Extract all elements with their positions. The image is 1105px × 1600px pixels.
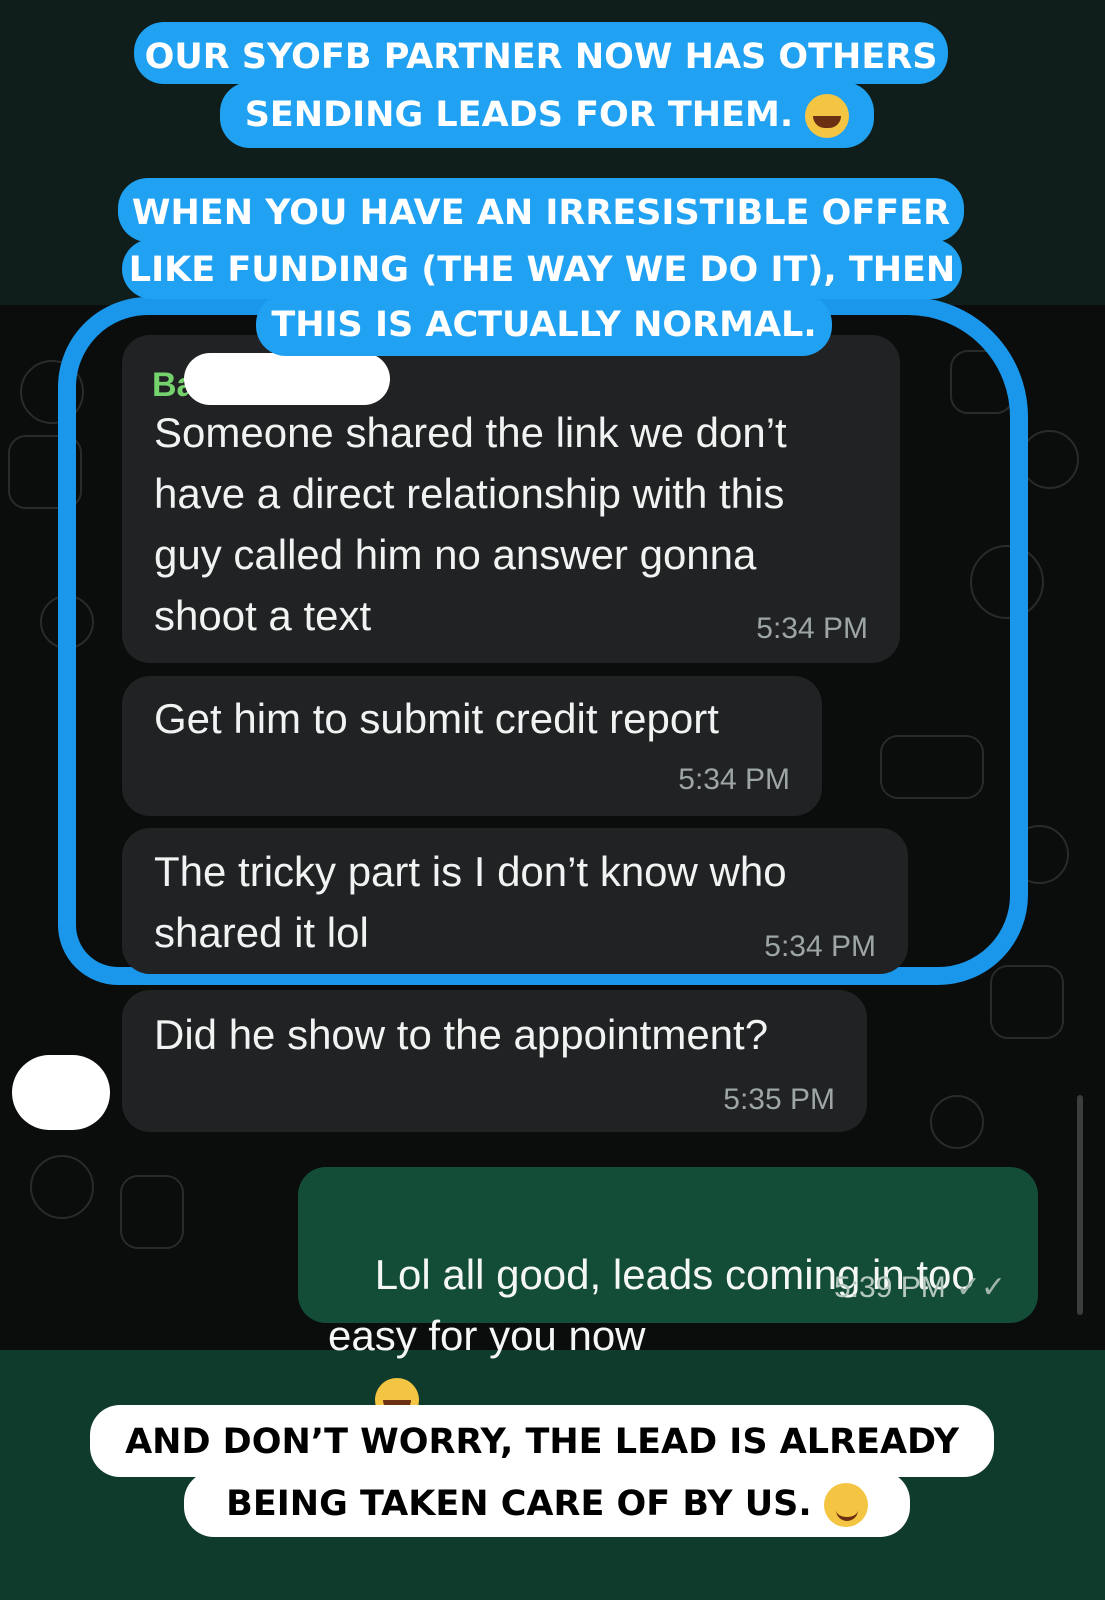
caption-bottom-line1: AND DON’T WORRY, THE LEAD IS ALREADY [90, 1405, 994, 1477]
message-bubble[interactable]: The tricky part is I don’t know who shar… [122, 828, 908, 974]
scrollbar[interactable] [1077, 1095, 1083, 1315]
avatar[interactable] [12, 1055, 110, 1130]
doodle-circle [930, 1095, 984, 1149]
winking-emoji-icon [823, 1483, 868, 1527]
message-bubble[interactable]: Get him to submit credit report 5:34 PM [122, 676, 822, 816]
caption-text: OUR SYOFB PARTNER NOW HAS OTHERS [144, 37, 938, 77]
message-time: 5:34 PM [678, 763, 790, 796]
message-bubble[interactable]: Lol all good, leads coming in too easy f… [298, 1167, 1038, 1422]
caption-bottom-line2: BEING TAKEN CARE OF BY US. [184, 1471, 910, 1537]
message-time: 5:35 PM [723, 1083, 835, 1116]
caption-mid-line2: LIKE FUNDING (THE WAY WE DO IT), THEN [122, 239, 962, 299]
laughing-emoji-icon [805, 94, 850, 138]
redaction-mark [184, 353, 390, 405]
message-text: Someone shared the link we don’t have a … [154, 409, 787, 639]
caption-mid-line3: THIS IS ACTUALLY NORMAL. [256, 294, 832, 356]
doodle-square [990, 965, 1064, 1039]
doodle-tree [120, 1175, 184, 1249]
caption-text: BEING TAKEN CARE OF BY US. [226, 1484, 812, 1524]
caption-text: THIS IS ACTUALLY NORMAL. [271, 305, 817, 345]
caption-text: SENDING LEADS FOR THEM. [244, 95, 794, 135]
message-bubble[interactable]: Did he show to the appointment? 5:35 PM [122, 990, 867, 1132]
doodle-circle [30, 1155, 94, 1219]
caption-text: WHEN YOU HAVE AN IRRESISTIBLE OFFER [131, 193, 951, 233]
message-text: Get him to submit credit report [154, 695, 719, 742]
message-time: 5:34 PM [756, 612, 868, 645]
message-text: Did he show to the appointment? [154, 1011, 769, 1058]
message-time-text: 5:39 PM [833, 1271, 946, 1304]
caption-top-line1: OUR SYOFB PARTNER NOW HAS OTHERS [134, 22, 948, 84]
caption-top-line2: SENDING LEADS FOR THEM. [220, 82, 874, 148]
message-time: 5:39 PM ✓✓ [834, 1272, 1006, 1304]
caption-text: AND DON’T WORRY, THE LEAD IS ALREADY [125, 1422, 959, 1462]
caption-mid-line1: WHEN YOU HAVE AN IRRESISTIBLE OFFER [118, 178, 964, 242]
message-time: 5:34 PM [764, 930, 876, 963]
doodle-circle [1020, 430, 1079, 489]
message-text-content: Lol all good, leads coming in too easy f… [328, 1251, 975, 1359]
caption-text: LIKE FUNDING (THE WAY WE DO IT), THEN [128, 250, 956, 290]
double-check-icon: ✓✓ [955, 1271, 1006, 1304]
message-bubble[interactable]: Ba Someone shared the link we don’t have… [122, 335, 900, 663]
